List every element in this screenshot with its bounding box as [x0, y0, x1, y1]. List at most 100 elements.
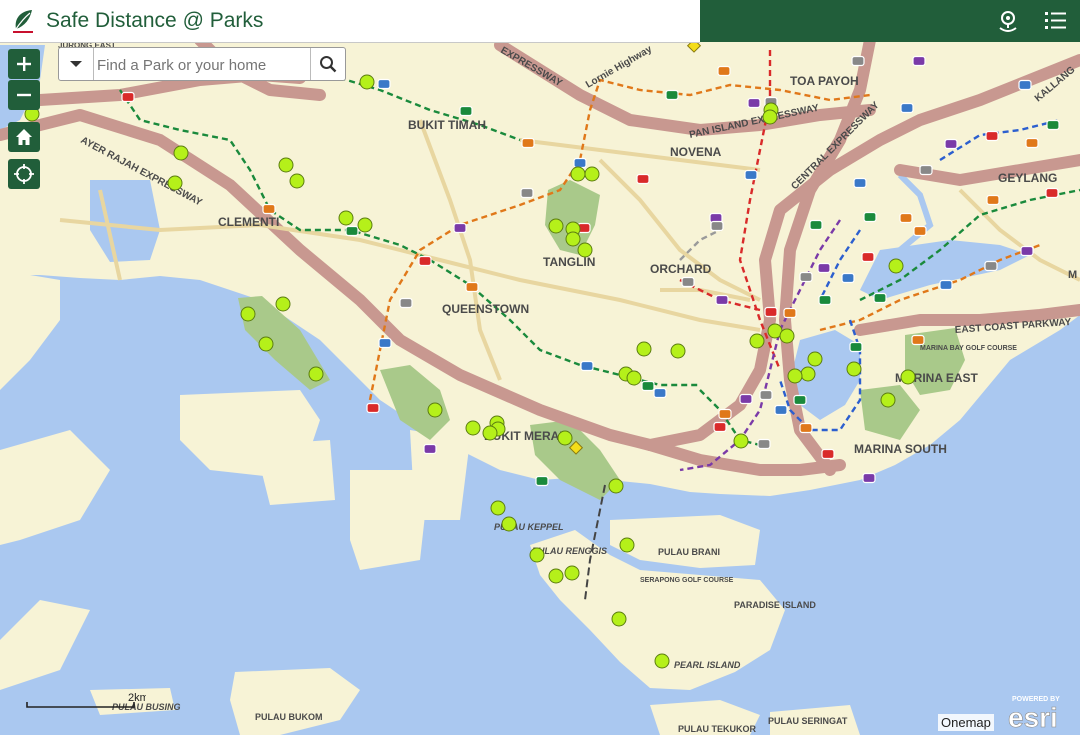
- mrt-station-icon: [849, 341, 863, 353]
- park-marker[interactable]: [611, 611, 627, 627]
- mrt-station-icon: [573, 157, 587, 169]
- park-marker[interactable]: [900, 369, 916, 385]
- park-marker[interactable]: [548, 568, 564, 584]
- park-marker[interactable]: [357, 217, 373, 233]
- locate-pin-icon[interactable]: [995, 8, 1021, 34]
- park-marker[interactable]: [501, 516, 517, 532]
- label-geylang: GEYLANG: [998, 171, 1057, 185]
- search-button[interactable]: [310, 48, 345, 80]
- search-source-dropdown[interactable]: [59, 48, 94, 80]
- label-pearl-island: PEARL ISLAND: [674, 660, 741, 670]
- mrt-station-icon: [580, 360, 594, 372]
- label-toa-payoh: TOA PAYOH: [790, 74, 859, 88]
- esri-logo[interactable]: POWERED BY esri: [1008, 692, 1074, 732]
- park-marker[interactable]: [548, 218, 564, 234]
- park-marker[interactable]: [338, 210, 354, 226]
- search-input[interactable]: [95, 51, 313, 79]
- label-marina-south: MARINA SOUTH: [854, 442, 947, 456]
- park-marker[interactable]: [626, 370, 642, 386]
- search-box: [58, 47, 346, 81]
- park-marker[interactable]: [800, 366, 816, 382]
- mrt-station-icon: [873, 292, 887, 304]
- mrt-station-icon: [665, 89, 679, 101]
- park-marker[interactable]: [289, 173, 305, 189]
- mrt-station-icon: [939, 279, 953, 291]
- mrt-station-icon: [799, 422, 813, 434]
- park-marker[interactable]: [584, 166, 600, 182]
- park-marker[interactable]: [577, 242, 593, 258]
- mrt-station-icon: [653, 387, 667, 399]
- zoom-in-button[interactable]: [8, 49, 40, 79]
- home-button[interactable]: [8, 122, 40, 152]
- mrt-station-icon: [418, 255, 432, 267]
- park-marker[interactable]: [275, 296, 291, 312]
- search-icon: [320, 56, 337, 73]
- park-marker[interactable]: [565, 231, 581, 247]
- park-marker[interactable]: [654, 653, 670, 669]
- park-marker[interactable]: [608, 478, 624, 494]
- mrt-station-icon: [817, 262, 831, 274]
- park-marker[interactable]: [427, 402, 443, 418]
- park-marker[interactable]: [670, 343, 686, 359]
- park-marker[interactable]: [564, 565, 580, 581]
- park-marker[interactable]: [733, 433, 749, 449]
- park-marker[interactable]: [846, 361, 862, 377]
- park-marker[interactable]: [807, 351, 823, 367]
- park-marker[interactable]: [482, 425, 498, 441]
- zoom-out-button[interactable]: [8, 80, 40, 110]
- header-toolbar: [700, 0, 1080, 42]
- mrt-station-icon: [459, 105, 473, 117]
- park-marker[interactable]: [636, 341, 652, 357]
- mrt-station-icon: [912, 55, 926, 67]
- mrt-station-icon: [899, 212, 913, 224]
- mrt-station-icon: [809, 219, 823, 231]
- mrt-station-icon: [799, 271, 813, 283]
- crosshair-icon: [14, 164, 34, 184]
- park-marker[interactable]: [762, 109, 778, 125]
- label-pulau-seringat: PULAU SERINGAT: [768, 716, 848, 726]
- mrt-station-icon: [345, 225, 359, 237]
- park-marker[interactable]: [490, 500, 506, 516]
- app-header: Safe Distance @ Parks: [0, 0, 700, 43]
- park-marker[interactable]: [167, 175, 183, 191]
- mrt-station-icon: [861, 251, 875, 263]
- mrt-station-icon: [681, 276, 695, 288]
- park-marker[interactable]: [619, 537, 635, 553]
- scale-bar: 2km: [26, 690, 149, 717]
- mrt-station-icon: [984, 260, 998, 272]
- mrt-station-icon: [986, 194, 1000, 206]
- mrt-station-icon: [718, 408, 732, 420]
- park-marker[interactable]: [173, 145, 189, 161]
- mrt-station-icon: [944, 138, 958, 150]
- park-marker[interactable]: [570, 166, 586, 182]
- park-marker[interactable]: [888, 258, 904, 274]
- park-marker[interactable]: [749, 333, 765, 349]
- label-pulau-bukom: PULAU BUKOM: [255, 712, 323, 722]
- map-canvas[interactable]: TOA PAYOH BUKIT TIMAH NOVENA CLEMENTI TA…: [0, 0, 1080, 735]
- park-marker[interactable]: [359, 74, 375, 90]
- mrt-station-icon: [739, 393, 753, 405]
- label-pulau-tekukor: PULAU TEKUKOR: [678, 724, 756, 734]
- mrt-station-icon: [863, 211, 877, 223]
- park-marker[interactable]: [529, 547, 545, 563]
- mrt-station-icon: [520, 187, 534, 199]
- park-marker[interactable]: [787, 368, 803, 384]
- park-marker[interactable]: [465, 420, 481, 436]
- mrt-station-icon: [821, 448, 835, 460]
- park-marker[interactable]: [258, 336, 274, 352]
- list-menu-icon[interactable]: [1042, 8, 1068, 34]
- mrt-station-icon: [521, 137, 535, 149]
- park-marker[interactable]: [308, 366, 324, 382]
- locate-button[interactable]: [8, 159, 40, 189]
- park-marker[interactable]: [557, 430, 573, 446]
- plus-icon: [17, 57, 31, 71]
- park-marker[interactable]: [880, 392, 896, 408]
- label-queenstown: QUEENSTOWN: [442, 302, 529, 316]
- park-marker[interactable]: [278, 157, 294, 173]
- basemap-attribution[interactable]: Onemap: [938, 714, 994, 731]
- park-marker[interactable]: [779, 328, 795, 344]
- label-paradise-island: PARADISE ISLAND: [734, 600, 816, 610]
- mrt-station-icon: [453, 222, 467, 234]
- mrt-station-icon: [465, 281, 479, 293]
- park-marker[interactable]: [240, 306, 256, 322]
